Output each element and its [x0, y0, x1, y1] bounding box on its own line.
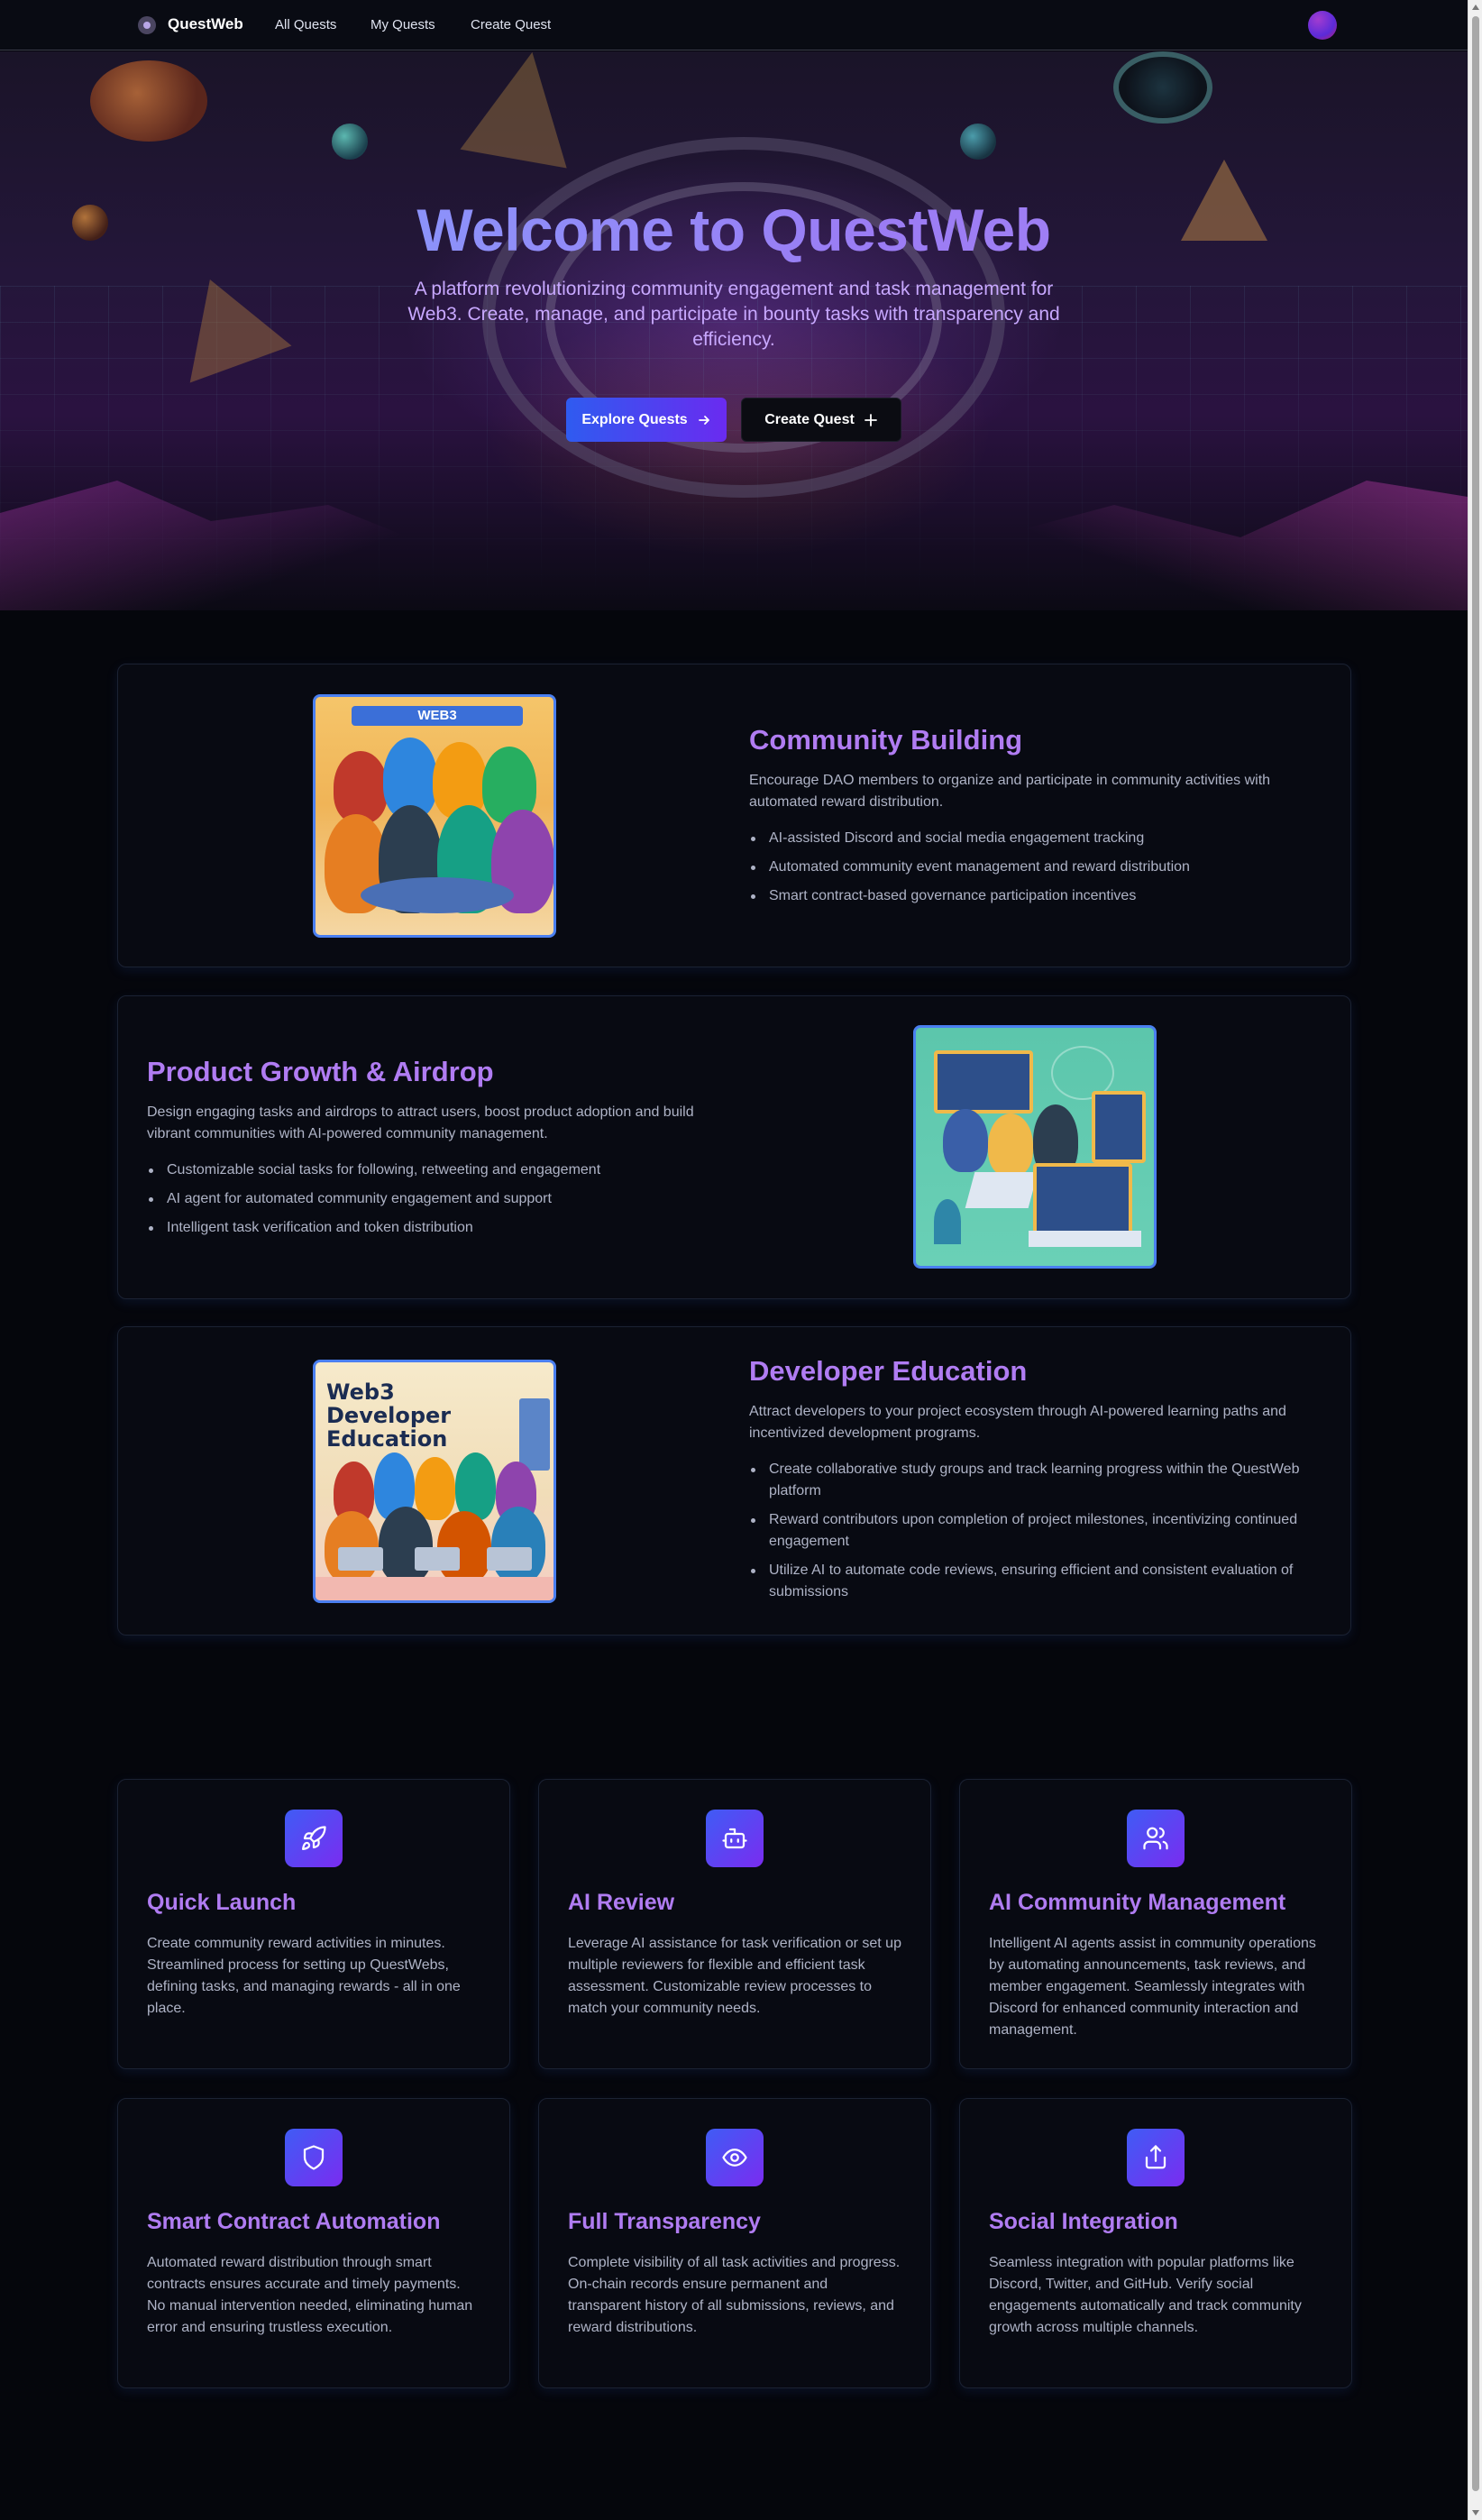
feature-bullet: AI agent for automated community engagem… — [147, 1188, 715, 1210]
share-icon — [1145, 2145, 1166, 2169]
developer-education-illustration: Web3 Developer Education — [313, 1360, 556, 1603]
card-title: AI Community Management — [989, 1890, 1286, 1915]
card-title: Social Integration — [989, 2209, 1178, 2234]
card-title: Quick Launch — [147, 1890, 297, 1915]
web3-banner: WEB3 — [352, 706, 523, 726]
arrow-right-icon — [698, 415, 709, 425]
card-text: Seamless integration with popular platfo… — [989, 2255, 1302, 2335]
card-ai-community-management: AI Community Management Intelligent AI a… — [959, 1779, 1352, 2069]
smart-contract-icon-box — [285, 2129, 343, 2186]
card-text: Create community reward activities in mi… — [147, 1936, 461, 2016]
transparency-icon-box — [706, 2129, 764, 2186]
user-avatar[interactable] — [1308, 11, 1337, 40]
feature-title: Product Growth & Airdrop — [147, 1056, 494, 1087]
hero-orb-decoration — [332, 124, 368, 160]
explore-quests-label: Explore Quests — [581, 411, 688, 427]
feature-bullet: Utilize AI to automate code reviews, ens… — [749, 1560, 1317, 1603]
robot-icon — [722, 1828, 747, 1849]
quick-launch-icon-box — [285, 1810, 343, 1867]
feature-title: Developer Education — [749, 1355, 1028, 1387]
community-building-illustration: WEB3 — [313, 694, 556, 938]
feature-description: Encourage DAO members to organize and pa… — [749, 773, 1271, 810]
card-smart-contract-automation: Smart Contract Automation Automated rewa… — [117, 2098, 510, 2388]
hero-section: Welcome to QuestWeb A platform revolutio… — [0, 51, 1468, 610]
feature-bullet: Smart contract-based governance particip… — [749, 885, 1308, 907]
feature-description: Attract developers to your project ecosy… — [749, 1404, 1286, 1441]
feature-bullet: AI-assisted Discord and social media eng… — [749, 828, 1308, 849]
hero-pyramid-decoration — [460, 51, 586, 169]
feature-title: Community Building — [749, 724, 1023, 756]
nav-link-all-quests[interactable]: All Quests — [275, 17, 336, 32]
card-text: Intelligent AI agents assist in communit… — [989, 1936, 1316, 2038]
card-social-integration: Social Integration Seamless integration … — [959, 2098, 1352, 2388]
hero-orb-decoration — [960, 124, 996, 160]
hero-title: Welcome to QuestWeb — [0, 196, 1468, 264]
card-text: Complete visibility of all task activiti… — [568, 2255, 901, 2335]
nav-link-create-quest[interactable]: Create Quest — [471, 17, 551, 32]
scrollbar-thumb[interactable] — [1472, 16, 1479, 2491]
brand-name[interactable]: QuestWeb — [168, 15, 243, 33]
feature-description: Design engaging tasks and airdrops to at… — [147, 1104, 694, 1141]
explore-quests-button[interactable]: Explore Quests — [566, 398, 727, 442]
card-text: Automated reward distribution through sm… — [147, 2255, 473, 2335]
logo-icon[interactable] — [138, 16, 156, 34]
eye-icon — [722, 2149, 747, 2167]
feature-bullet: Create collaborative study groups and tr… — [749, 1459, 1317, 1502]
card-title: Smart Contract Automation — [147, 2209, 441, 2234]
feature-card-developer-education: Web3 Developer Education Developer Educa… — [117, 1326, 1351, 1636]
shield-icon — [303, 2145, 325, 2170]
hero-coin-decoration — [90, 60, 207, 142]
illustration-title: Web3 Developer Education — [326, 1379, 452, 1452]
top-navbar: QuestWeb All Quests My Quests Create Que… — [0, 0, 1468, 50]
rocket-icon — [302, 1826, 326, 1850]
ai-community-icon-box — [1127, 1810, 1185, 1867]
feature-bullet: Automated community event management and… — [749, 857, 1308, 878]
feature-bullet: Intelligent task verification and token … — [147, 1217, 715, 1239]
users-icon — [1143, 1827, 1168, 1850]
feature-bullet-list: Create collaborative study groups and tr… — [749, 1459, 1317, 1610]
feature-bullet: Reward contributors upon completion of p… — [749, 1509, 1317, 1553]
card-text: Leverage AI assistance for task verifica… — [568, 1936, 901, 2016]
card-full-transparency: Full Transparency Complete visibility of… — [538, 2098, 931, 2388]
feature-card-community-building: WEB3 Community Building Encourage DAO me… — [117, 664, 1351, 967]
feature-bullet: Customizable social tasks for following,… — [147, 1159, 715, 1181]
feature-bullet-list: Customizable social tasks for following,… — [147, 1159, 715, 1246]
feature-bullet-list: AI-assisted Discord and social media eng… — [749, 828, 1308, 914]
create-quest-label: Create Quest — [764, 411, 855, 427]
feature-card-product-growth: Product Growth & Airdrop Design engaging… — [117, 995, 1351, 1299]
social-integration-icon-box — [1127, 2129, 1185, 2186]
create-quest-button[interactable]: Create Quest — [741, 398, 901, 442]
page-scrollbar[interactable] — [1468, 0, 1482, 2520]
card-title: AI Review — [568, 1890, 675, 1915]
card-quick-launch: Quick Launch Create community reward act… — [117, 1779, 510, 2069]
scroll-down-arrow-icon[interactable] — [1472, 2510, 1479, 2515]
hero-coin-decoration — [1113, 51, 1212, 124]
plus-icon — [864, 413, 877, 426]
card-title: Full Transparency — [568, 2209, 761, 2234]
ai-review-icon-box — [706, 1810, 764, 1867]
card-ai-review: AI Review Leverage AI assistance for tas… — [538, 1779, 931, 2069]
hero-subtitle: A platform revolutionizing community eng… — [407, 279, 1060, 350]
scroll-up-arrow-icon[interactable] — [1472, 5, 1479, 10]
product-growth-illustration — [913, 1025, 1157, 1269]
nav-link-my-quests[interactable]: My Quests — [370, 17, 435, 32]
